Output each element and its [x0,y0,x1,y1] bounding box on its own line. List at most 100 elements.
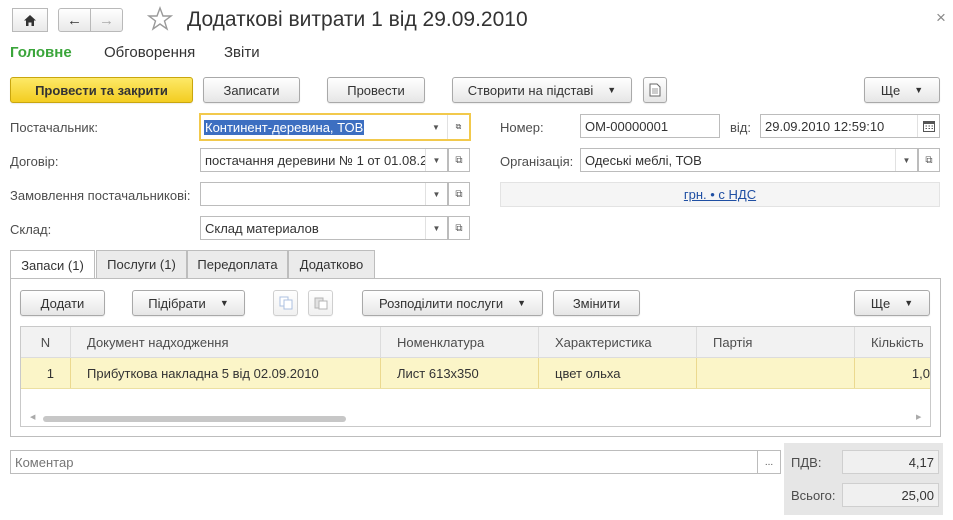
home-icon [24,14,36,26]
document-icon [649,83,661,97]
date-field[interactable]: 29.09.2010 12:59:10 [760,114,940,138]
number-value: ОМ-00000001 [585,118,669,134]
section-main[interactable]: Головне [10,44,72,61]
date-label: від: [730,120,751,135]
create-based-button[interactable]: Створити на підставі ▼ [452,77,632,103]
chevron-down-icon: ▼ [904,298,914,308]
back-button[interactable]: ← [58,8,91,32]
pick-button[interactable]: Підібрати ▼ [132,290,245,316]
table-more-button[interactable]: Ще ▼ [854,290,930,316]
scroll-right-icon[interactable]: ▶ [916,413,921,421]
add-button[interactable]: Додати [20,290,105,316]
chevron-down-icon[interactable]: ▼ [425,183,447,205]
tab-additional-label: Додатково [299,257,364,272]
contract-open-icon[interactable]: ⧉ [448,148,470,172]
post-label: Провести [347,82,405,98]
section-discussion[interactable]: Обговорення [104,44,195,61]
horizontal-scrollbar[interactable] [43,416,346,422]
star-icon[interactable] [146,6,174,32]
tab-prepayment[interactable]: Передоплата [187,250,288,278]
paste-button[interactable] [308,290,333,316]
more-label: Ще [880,82,901,98]
calendar-icon[interactable] [917,115,939,137]
copy-icon [279,296,292,310]
tab-services-label: Послуги (1) [107,257,176,272]
chevron-down-icon[interactable]: ▼ [425,115,447,139]
copy-button[interactable] [273,290,298,316]
home-button[interactable] [12,8,48,32]
pick-label: Підібрати [148,295,206,311]
chevron-down-icon: ▼ [517,298,527,308]
tab-stocks-label: Запаси (1) [21,257,84,273]
print-button[interactable] [643,77,667,103]
warehouse-label: Склад: [10,222,52,237]
column-header-n[interactable]: N [21,327,71,357]
order-label: Замовлення постачальникові: [10,188,191,203]
page-title: Додаткові витрати 1 від 29.09.2010 [187,8,528,31]
scroll-left-icon[interactable]: ◀ [30,413,35,421]
total-value: 25,00 [842,483,939,507]
tab-services[interactable]: Послуги (1) [96,250,187,278]
order-field[interactable]: ▼ [200,182,448,206]
chevron-down-icon[interactable]: ▼ [425,217,447,239]
post-and-close-label: Провести та закрити [35,82,168,98]
cell-n[interactable]: 1 [21,358,71,388]
vat-value: 4,17 [842,450,939,474]
price-panel: грн. • с НДС [500,182,940,207]
chevron-down-icon: ▼ [607,85,617,95]
distribute-services-button[interactable]: Розподілити послуги ▼ [362,290,543,316]
tab-additional[interactable]: Додатково [288,250,375,278]
order-open-icon[interactable]: ⧉ [448,182,470,206]
chevron-down-icon: ▼ [914,85,924,95]
tab-stocks[interactable]: Запаси (1) [10,250,95,279]
more-button[interactable]: Ще ▼ [864,77,940,103]
comment-input[interactable] [11,451,757,473]
save-label: Записати [223,82,280,98]
arrow-left-icon: ← [67,11,82,29]
column-header-quantity[interactable]: Кількість [855,327,930,357]
chevron-down-icon[interactable]: ▼ [425,149,447,171]
change-label: Змінити [572,295,621,311]
post-and-close-button[interactable]: Провести та закрити [10,77,193,103]
arrow-right-icon: → [99,11,114,29]
price-type-link[interactable]: грн. • с НДС [684,187,756,202]
open-icon[interactable]: ⧉ [447,115,469,139]
chevron-down-icon[interactable]: ▼ [895,149,917,171]
cell-characteristic[interactable]: цвет ольха [539,358,697,388]
add-label: Додати [40,295,85,311]
tab-prepayment-label: Передоплата [197,257,278,272]
paste-icon [314,297,327,310]
number-label: Номер: [500,120,544,135]
contract-label: Договір: [10,154,59,169]
section-reports[interactable]: Звіти [224,44,260,61]
contract-field[interactable]: постачання деревини № 1 от 01.08.2010 ▼ [200,148,448,172]
column-header-document[interactable]: Документ надходження [71,327,381,357]
change-button[interactable]: Змінити [553,290,640,316]
save-button[interactable]: Записати [203,77,300,103]
column-header-nomenclature[interactable]: Номенклатура [381,327,539,357]
supplier-value: Континент-деревина, ТОВ [204,119,365,135]
warehouse-value: Склад материалов [205,220,319,236]
supplier-field[interactable]: Континент-деревина, ТОВ ▼ ⧉ [199,113,471,141]
warehouse-open-icon[interactable]: ⧉ [448,216,470,240]
cell-document[interactable]: Прибуткова накладна 5 від 02.09.2010 [71,358,381,388]
comment-field[interactable] [10,450,758,474]
column-header-batch[interactable]: Партія [697,327,855,357]
number-field[interactable]: ОМ-00000001 [580,114,720,138]
cell-batch[interactable] [697,358,855,388]
comment-edit-button[interactable]: ... [757,450,781,474]
supplier-label: Постачальник: [10,120,98,135]
cell-quantity[interactable]: 1,0 [855,358,930,388]
close-icon[interactable]: × [936,8,946,28]
date-value: 29.09.2010 12:59:10 [765,118,885,134]
column-header-characteristic[interactable]: Характеристика [539,327,697,357]
warehouse-field[interactable]: Склад материалов ▼ [200,216,448,240]
organization-open-icon[interactable]: ⧉ [918,148,940,172]
forward-button[interactable]: → [90,8,123,32]
cell-nomenclature[interactable]: Лист 613х350 [381,358,539,388]
total-label: Всього: [791,488,836,503]
organization-field[interactable]: Одеські меблі, ТОВ ▼ [580,148,918,172]
organization-label: Організація: [500,154,574,169]
post-button[interactable]: Провести [327,77,425,103]
distribute-services-label: Розподілити послуги [378,295,504,311]
